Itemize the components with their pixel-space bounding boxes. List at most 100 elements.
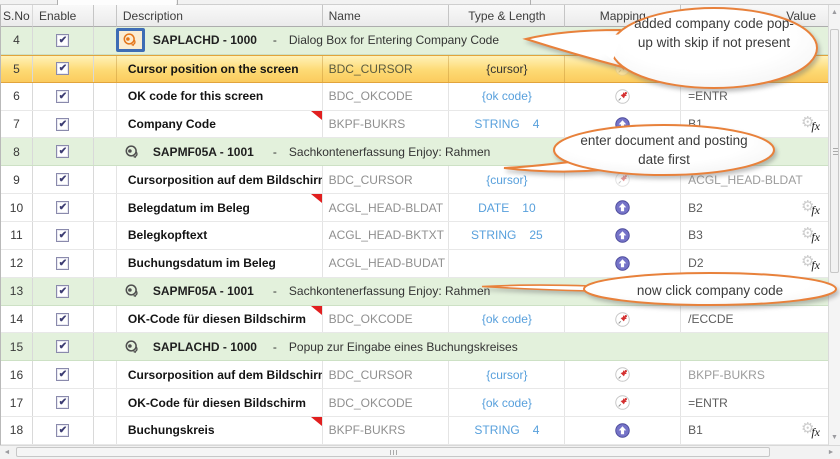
enable-checkbox[interactable]: ✔ (56, 201, 69, 214)
field-description: Cursorposition auf dem Bildschirm (128, 173, 323, 187)
expression-fx-button[interactable]: ⚙fx (801, 199, 819, 217)
field-description: Buchungskreis (128, 423, 215, 437)
type-length-cell[interactable]: {ok code} (449, 306, 565, 333)
description-cell[interactable]: Cursorposition auf dem Bildschirm (117, 166, 323, 193)
name-cell[interactable]: BDC_CURSOR (323, 56, 450, 82)
enable-checkbox[interactable]: ✔ (56, 34, 69, 47)
description-cell[interactable]: Cursor position on the screen (117, 56, 323, 82)
sno-cell: 18 (1, 417, 33, 444)
name-cell[interactable]: ACGL_HEAD-BLDAT (323, 194, 450, 221)
column-header-description[interactable]: Description (117, 5, 323, 27)
expression-fx-button[interactable]: ⚙fx (801, 421, 819, 439)
table-row[interactable]: 18 ✔ Buchungskreis BKPF-BUKRSSTRING4 B1⚙fx (1, 417, 828, 445)
enable-checkbox[interactable]: ✔ (56, 118, 69, 131)
enable-cell: ✔ (33, 194, 94, 221)
type-length-cell[interactable]: STRING25 (449, 222, 565, 249)
mapping-cell[interactable] (565, 417, 681, 444)
table-row[interactable]: 16✔Cursorposition auf dem BildschirmBDC_… (1, 361, 828, 389)
separator: - (273, 145, 277, 159)
screen-program-label: SAPMF05A - 1001 (153, 284, 271, 298)
type-length-cell[interactable]: STRING4 (449, 417, 565, 444)
field-description: Belegkopftext (128, 228, 207, 242)
upload-mapping-icon[interactable] (615, 423, 630, 438)
name-cell[interactable]: BKPF-BUKRS (323, 111, 450, 138)
mapping-cell[interactable] (565, 389, 681, 416)
enable-cell: ✔ (33, 250, 94, 277)
screen-row[interactable]: 15✔SAPLACHD - 1000-Popup zur Eingabe ein… (1, 333, 828, 361)
upload-mapping-icon[interactable] (615, 256, 630, 271)
enable-checkbox[interactable]: ✔ (56, 229, 69, 242)
fixed-value-pin-icon[interactable] (615, 367, 630, 382)
column-header-sno[interactable]: S.No (1, 5, 33, 27)
column-header-icon[interactable] (94, 5, 117, 27)
fixed-value-pin-icon[interactable] (615, 395, 630, 410)
note-corner-marker (311, 306, 322, 315)
type-kind: STRING (474, 423, 519, 437)
field-description: Belegdatum im Beleg (128, 201, 250, 215)
fixed-value-pin-icon[interactable] (615, 312, 630, 327)
enable-checkbox[interactable]: ✔ (56, 368, 69, 381)
upload-mapping-icon[interactable] (615, 200, 630, 215)
scroll-down-button[interactable]: ▼ (829, 431, 840, 444)
description-cell[interactable]: OK-Code für diesen Bildschirm (117, 389, 323, 416)
name-cell[interactable]: BDC_OKCODE (323, 389, 450, 416)
expression-fx-button[interactable]: ⚙fx (801, 226, 819, 244)
type-length-cell[interactable]: {cursor} (449, 361, 565, 388)
enable-checkbox[interactable]: ✔ (56, 340, 69, 353)
enable-checkbox[interactable]: ✔ (56, 313, 69, 326)
callout-company-code-popup: added company code pop-up with skip if n… (518, 2, 834, 104)
scroll-left-button[interactable]: ◄ (0, 446, 14, 459)
name-cell[interactable]: ACGL_HEAD-BKTXT (323, 222, 450, 249)
field-description: OK-Code für diesen Bildschirm (128, 312, 306, 326)
column-header-enable[interactable]: Enable (33, 5, 94, 27)
description-cell[interactable]: Buchungsdatum im Beleg (117, 250, 323, 277)
description-cell[interactable]: Buchungskreis (117, 417, 323, 444)
value-cell[interactable]: BKPF-BUKRS (681, 361, 828, 388)
column-header-name[interactable]: Name (323, 5, 450, 27)
enable-checkbox[interactable]: ✔ (56, 396, 69, 409)
horizontal-scrollbar[interactable]: ◄ ► (0, 445, 840, 459)
enable-checkbox[interactable]: ✔ (56, 145, 69, 158)
enable-checkbox[interactable]: ✔ (56, 424, 69, 437)
table-row[interactable]: 14✔OK-Code für diesen BildschirmBDC_OKCO… (1, 306, 828, 334)
description-cell[interactable]: Cursorposition auf dem Bildschirm (117, 361, 323, 388)
table-row[interactable]: 17✔OK-Code für diesen BildschirmBDC_OKCO… (1, 389, 828, 417)
name-cell[interactable]: ACGL_HEAD-BUDAT (323, 250, 450, 277)
mapping-cell[interactable] (565, 194, 681, 221)
expression-fx-button[interactable]: ⚙fx (801, 115, 819, 133)
mapping-cell[interactable] (565, 222, 681, 249)
enable-checkbox[interactable]: ✔ (56, 90, 69, 103)
value-cell[interactable]: /ECCDE (681, 306, 828, 333)
value-cell[interactable]: B2⚙fx (681, 194, 828, 221)
mapping-cell[interactable] (565, 306, 681, 333)
description-cell[interactable]: OK-Code für diesen Bildschirm (117, 306, 323, 333)
description-cell[interactable]: Belegkopftext (117, 222, 323, 249)
sno-cell: 5 (1, 56, 33, 82)
mapping-cell[interactable] (565, 361, 681, 388)
enable-checkbox[interactable]: ✔ (56, 62, 69, 75)
scroll-right-button[interactable]: ► (824, 446, 838, 459)
name-cell[interactable]: BKPF-BUKRS (323, 417, 450, 444)
horizontal-scrollbar-thumb[interactable] (16, 447, 770, 457)
enable-checkbox[interactable]: ✔ (56, 257, 69, 270)
description-cell[interactable]: Company Code (117, 111, 323, 138)
value-cell[interactable]: B1⚙fx (681, 417, 828, 444)
table-row[interactable]: 10✔Belegdatum im BelegACGL_HEAD-BLDATDAT… (1, 194, 828, 222)
enable-cell: ✔ (33, 27, 94, 54)
name-cell[interactable]: BDC_CURSOR (323, 166, 450, 193)
callout-text: now click company code (597, 281, 823, 300)
expression-fx-button[interactable]: ⚙fx (801, 254, 819, 272)
name-cell[interactable]: BDC_OKCODE (323, 306, 450, 333)
enable-checkbox[interactable]: ✔ (56, 285, 69, 298)
name-cell[interactable]: BDC_OKCODE (323, 83, 450, 110)
value-cell[interactable]: =ENTR (681, 389, 828, 416)
table-row[interactable]: 11✔BelegkopftextACGL_HEAD-BKTXTSTRING25B… (1, 222, 828, 250)
type-length-cell[interactable]: DATE10 (449, 194, 565, 221)
value-cell[interactable]: B3⚙fx (681, 222, 828, 249)
name-cell[interactable]: BDC_CURSOR (323, 361, 450, 388)
description-cell[interactable]: OK code for this screen (117, 83, 323, 110)
description-cell[interactable]: Belegdatum im Beleg (117, 194, 323, 221)
type-length-cell[interactable]: {ok code} (449, 389, 565, 416)
enable-checkbox[interactable]: ✔ (56, 173, 69, 186)
upload-mapping-icon[interactable] (615, 228, 630, 243)
